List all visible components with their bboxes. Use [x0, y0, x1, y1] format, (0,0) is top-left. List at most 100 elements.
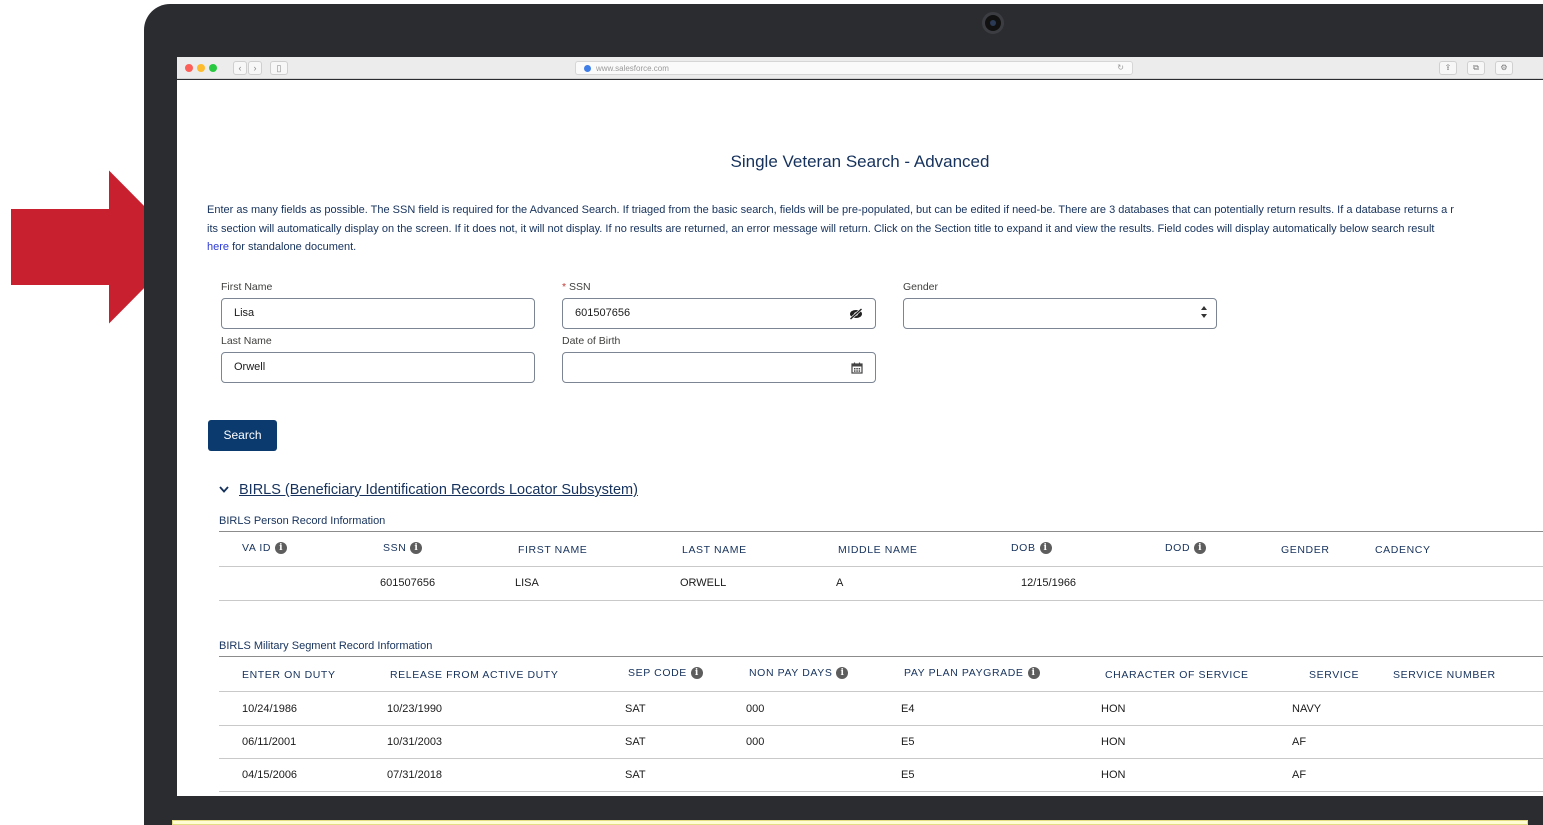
cell-last-name: ORWELL	[680, 577, 727, 589]
cell-character-of-service: HON	[1101, 703, 1126, 715]
col-label: DOB	[1011, 542, 1036, 554]
col-middle-name: MIDDLE NAME	[838, 544, 918, 556]
minimize-window-button[interactable]	[197, 64, 205, 72]
hide-eye-icon[interactable]	[849, 299, 863, 328]
divider	[219, 691, 1543, 692]
info-icon[interactable]: i	[836, 667, 849, 680]
cell-release: 10/23/1990	[387, 703, 443, 715]
cell-character-of-service: HON	[1101, 736, 1126, 748]
cell-dob: 12/15/1966	[1021, 577, 1077, 589]
info-icon[interactable]: i	[410, 542, 423, 555]
divider	[219, 725, 1543, 726]
intro-line-2: its section will automatically display o…	[207, 222, 1435, 235]
col-dod: DOD i	[1165, 542, 1207, 555]
cell-enter-on-duty: 04/15/2006	[242, 769, 298, 781]
sidebar-icon[interactable]: ▯	[270, 61, 288, 75]
info-icon[interactable]: i	[1027, 667, 1040, 680]
browser-toolbar: ‹ › ▯ www.salesforce.com ↻ ⇪ ⧉ ⚙	[177, 57, 1543, 79]
laptop-bezel-bottom	[144, 796, 1543, 820]
info-icon[interactable]: i	[275, 542, 288, 555]
gender-select[interactable]	[903, 298, 1217, 329]
divider	[219, 600, 1543, 601]
close-window-button[interactable]	[185, 64, 193, 72]
ssn-label-text: SSN	[569, 281, 591, 293]
col-va-id: VA ID i	[242, 542, 288, 555]
col-dob: DOB i	[1011, 542, 1052, 555]
col-non-pay-days: NON PAY DAYS i	[749, 667, 849, 680]
col-character-of-service: CHARACTER OF SERVICE	[1105, 669, 1249, 681]
col-service: SERVICE	[1309, 669, 1360, 681]
cell-sep-code: SAT	[625, 703, 646, 715]
last-name-label: Last Name	[221, 335, 272, 347]
col-enter-on-duty: ENTER ON DUTY	[242, 669, 336, 681]
page-title: Single Veteran Search - Advanced	[730, 152, 990, 171]
cell-enter-on-duty: 06/11/2001	[242, 736, 297, 748]
dob-input[interactable]	[562, 352, 876, 383]
info-icon[interactable]: i	[1039, 542, 1052, 555]
reload-icon[interactable]: ↻	[1117, 62, 1124, 74]
standalone-doc-link[interactable]: here	[207, 241, 229, 253]
lock-icon	[584, 65, 591, 72]
cell-non-pay-days: 000	[746, 736, 765, 748]
ssn-input[interactable]: 601507656	[562, 298, 876, 329]
divider	[219, 531, 1543, 532]
divider	[219, 791, 1543, 792]
gender-label: Gender	[903, 281, 939, 293]
cell-enter-on-duty: 10/24/1986	[242, 703, 298, 715]
intro-text: Enter as many fields as possible. The SS…	[207, 201, 1537, 257]
last-name-input[interactable]: Orwell	[221, 352, 535, 383]
url-text: www.salesforce.com	[596, 64, 669, 73]
app-screen: Single Veteran Search - Advanced Enter a…	[177, 80, 1543, 796]
cell-release: 07/31/2018	[387, 769, 443, 781]
divider	[219, 566, 1543, 567]
cell-service: AF	[1292, 736, 1307, 748]
col-label: PAY PLAN PAYGRADE	[904, 667, 1024, 679]
birls-section-header[interactable]: BIRLS (Beneficiary Identification Record…	[219, 482, 638, 498]
maximize-window-button[interactable]	[209, 64, 217, 72]
col-label: VA ID	[242, 542, 272, 554]
info-icon[interactable]: i	[1194, 542, 1207, 555]
col-service-number: SERVICE NUMBER	[1393, 669, 1496, 681]
col-ssn: SSN i	[383, 542, 423, 555]
ssn-label: * SSN	[562, 281, 591, 293]
cell-character-of-service: HON	[1101, 769, 1126, 781]
col-release-from-active-duty: RELEASE FROM ACTIVE DUTY	[390, 669, 559, 681]
back-icon[interactable]: ‹	[233, 61, 247, 75]
col-last-name: LAST NAME	[682, 544, 747, 556]
intro-line-1: Enter as many fields as possible. The SS…	[207, 204, 1454, 216]
cell-sep-code: SAT	[625, 769, 646, 781]
address-bar[interactable]: www.salesforce.com ↻	[575, 61, 1133, 75]
forward-icon[interactable]: ›	[248, 61, 262, 75]
person-record-heading: BIRLS Person Record Information	[219, 515, 386, 527]
search-button[interactable]: Search	[208, 420, 277, 451]
cell-paygrade: E5	[901, 769, 915, 781]
tabs-icon[interactable]: ⧉	[1467, 61, 1485, 75]
cell-sep-code: SAT	[625, 736, 646, 748]
cell-first-name: LISA	[515, 577, 539, 589]
intro-line-3: here for standalone document.	[207, 238, 1537, 257]
birls-section-title[interactable]: BIRLS (Beneficiary Identification Record…	[239, 482, 638, 498]
military-record-heading: BIRLS Military Segment Record Informatio…	[219, 640, 433, 652]
col-cadency: CADENCY	[1375, 544, 1431, 556]
divider	[219, 656, 1543, 657]
info-icon[interactable]: i	[690, 667, 703, 680]
calendar-icon[interactable]	[851, 353, 863, 382]
cell-non-pay-days: 000	[746, 703, 765, 715]
col-sep-code: SEP CODE i	[628, 667, 703, 680]
settings-icon[interactable]: ⚙	[1495, 61, 1513, 75]
first-name-label: First Name	[221, 281, 273, 293]
cell-paygrade: E4	[901, 703, 915, 715]
chevron-down-icon	[219, 486, 229, 493]
yellow-strip	[172, 820, 1528, 825]
col-first-name: FIRST NAME	[518, 544, 588, 556]
col-label: SSN	[383, 542, 407, 554]
required-marker: *	[562, 281, 567, 293]
webcam-icon	[982, 12, 1004, 34]
first-name-input[interactable]: Lisa	[221, 298, 535, 329]
ssn-value: 601507656	[575, 307, 631, 319]
col-label: SEP CODE	[628, 667, 687, 679]
col-label: NON PAY DAYS	[749, 667, 833, 679]
col-gender: GENDER	[1281, 544, 1330, 556]
share-icon[interactable]: ⇪	[1439, 61, 1457, 75]
col-label: DOD	[1165, 542, 1191, 554]
